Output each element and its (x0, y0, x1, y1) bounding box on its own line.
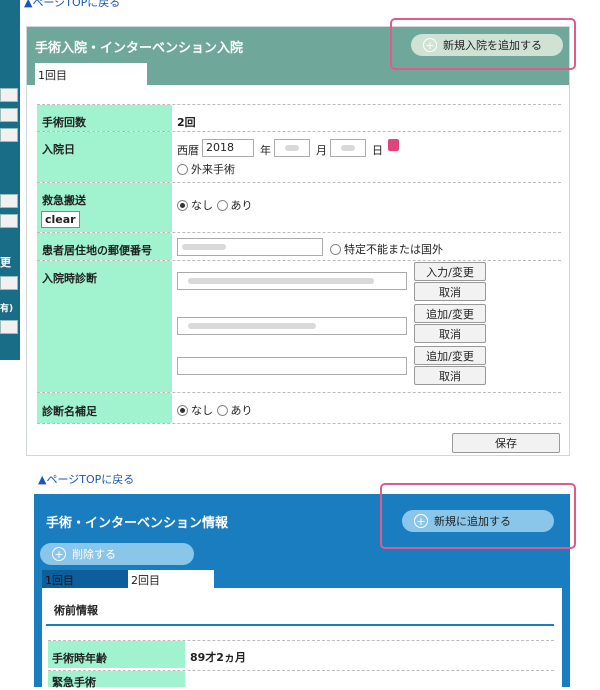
supplement-none-option[interactable]: なし (177, 404, 213, 417)
admission-date-fields: 西暦 2018 年 月 日 外来手術 (172, 132, 561, 182)
row-diagnosis: 入院時診断 入力/変更 取消 追加/変更 取消 追加/変更 取消 (37, 260, 561, 392)
highlight-box (380, 483, 576, 549)
era-label: 西暦 (177, 144, 199, 157)
diagnosis-cancel-button[interactable]: 取消 (414, 282, 486, 301)
row-postal-code: 患者居住地の郵便番号 特定不能または国外 (37, 232, 561, 260)
sidebar-button[interactable] (0, 194, 18, 208)
postal-fields: 特定不能または国外 (172, 233, 561, 260)
save-button[interactable]: 保存 (452, 433, 560, 453)
label-postal-code: 患者居住地の郵便番号 (37, 233, 172, 260)
diagnosis-fields: 入力/変更 取消 追加/変更 取消 追加/変更 取消 (172, 261, 561, 392)
postal-code-input[interactable] (177, 238, 323, 256)
label-emergency-surgery: 緊急手術 (48, 671, 185, 689)
plus-icon: + (52, 547, 66, 561)
supplement-yes-option[interactable]: あり (216, 404, 253, 417)
label-surgery-count: 手術回数 (37, 105, 172, 131)
page-top-link[interactable]: ▲ページTOPに戻る (24, 0, 120, 10)
diagnosis-input-2[interactable] (177, 317, 407, 335)
sidebar-button[interactable] (0, 320, 18, 334)
diagnosis-add-change-button[interactable]: 追加/変更 (414, 304, 486, 323)
label-emergency: 救急搬送 clear (37, 183, 172, 232)
diagnosis-input-change-button[interactable]: 入力/変更 (414, 262, 486, 281)
clear-button[interactable]: clear (41, 211, 80, 228)
surgery-title: 手術・インターベンション情報 (46, 516, 229, 531)
sidebar-button[interactable] (0, 128, 18, 142)
diagnosis-input-3[interactable] (177, 357, 407, 375)
row-diagnosis-supplement: 診断名補足 なし あり (37, 392, 561, 424)
label-diagnosis-supplement: 診断名補足 (37, 393, 172, 423)
diagnosis-input-1[interactable] (177, 272, 407, 290)
sidebar-button[interactable] (0, 108, 18, 122)
surgery-body: 術前情報 手術時年齢 89才2ヵ月 緊急手術 (42, 588, 562, 689)
tab-round-1[interactable]: 1回目 (35, 63, 147, 85)
sidebar-strip: 更 有) (0, 0, 24, 687)
supplement-options: なし あり (172, 393, 258, 423)
sidebar-label: 有) (0, 304, 14, 314)
emergency-none-option[interactable]: なし (177, 199, 213, 212)
emergency-options: なし あり (172, 183, 258, 232)
sidebar-button[interactable] (0, 276, 18, 290)
value-surgery-count: 2回 (177, 116, 196, 129)
tab-round-1[interactable]: 1回目 (42, 570, 128, 588)
section-title: 術前情報 (54, 604, 98, 617)
month-unit: 月 (316, 144, 327, 157)
section-divider (46, 624, 554, 626)
year-unit: 年 (260, 144, 271, 157)
row-emergency: 救急搬送 clear なし あり (37, 182, 561, 232)
supplement-yes-radio[interactable] (216, 405, 228, 416)
label-admission-date: 入院日 (37, 132, 172, 182)
month-input[interactable] (274, 139, 310, 157)
day-unit: 日 (372, 144, 383, 157)
delete-button[interactable]: + 削除する (40, 543, 194, 565)
page-top-link-2[interactable]: ▲ページTOPに戻る (38, 471, 134, 487)
calendar-icon[interactable] (388, 139, 399, 151)
sidebar-button[interactable] (0, 214, 18, 228)
year-input[interactable]: 2018 (202, 139, 254, 157)
delete-label: 削除する (72, 548, 116, 561)
supplement-none-radio[interactable] (177, 405, 188, 416)
value-surgery-age: 89才2ヵ月 (190, 651, 246, 664)
day-input[interactable] (330, 139, 366, 157)
sidebar-label: 更 (0, 256, 11, 269)
diagnosis-add-change-button[interactable]: 追加/変更 (414, 346, 486, 365)
highlight-box (390, 18, 576, 70)
label-surgery-age: 手術時年齢 (48, 641, 185, 668)
diagnosis-cancel-button[interactable]: 取消 (414, 366, 486, 385)
diagnosis-cancel-button[interactable]: 取消 (414, 324, 486, 343)
emergency-yes-option[interactable]: あり (216, 199, 253, 212)
label-diagnosis: 入院時診断 (37, 261, 172, 392)
admission-title: 手術入院・インターベンション入院 (35, 41, 244, 56)
sidebar-button[interactable] (0, 88, 18, 102)
outpatient-option[interactable]: 外来手術 (177, 161, 235, 177)
tab-round-2[interactable]: 2回目 (128, 570, 214, 588)
row-emergency-surgery: 緊急手術 (48, 670, 554, 689)
postal-unknown-option[interactable]: 特定不能または国外 (330, 241, 443, 257)
emergency-yes-radio[interactable] (216, 200, 228, 211)
emergency-none-radio[interactable] (177, 200, 188, 211)
row-surgery-count: 手術回数 2回 (37, 104, 561, 131)
postal-unknown-radio[interactable] (330, 244, 341, 255)
admission-panel: 手術入院・インターベンション入院 + 新規入院を追加する 1回目 手術回数 2回… (26, 26, 570, 456)
outpatient-radio[interactable] (177, 164, 188, 175)
row-surgery-age: 手術時年齢 89才2ヵ月 (48, 640, 554, 668)
row-admission-date: 入院日 西暦 2018 年 月 日 外来手術 (37, 131, 561, 182)
